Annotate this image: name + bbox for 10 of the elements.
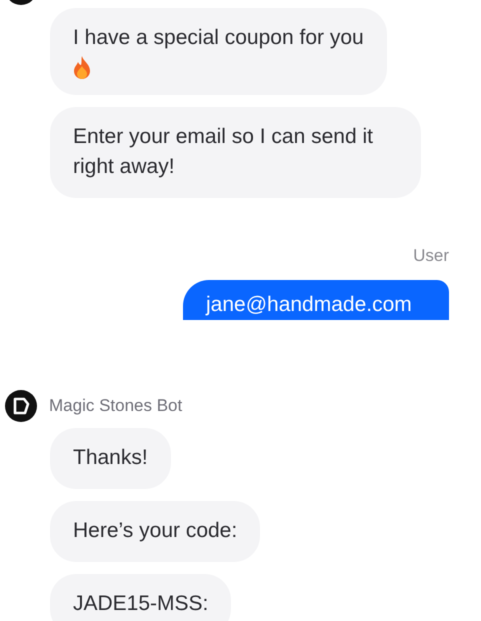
- sender-name: User: [413, 246, 449, 266]
- bot-message: I have a special coupon for you: [50, 8, 387, 95]
- bot-avatar-icon: [5, 390, 37, 422]
- sender-name: Magic Stones Bot: [49, 396, 182, 416]
- bot-message: Thanks!: [50, 428, 171, 489]
- bot-message: JADE15-MSS:: [50, 574, 232, 621]
- user-message: jane@handmade.com: [183, 280, 449, 320]
- bot-message: Here’s your code:: [50, 501, 260, 562]
- bot-message: Enter your email so I can send it right away!: [50, 107, 421, 198]
- flame-icon: [73, 55, 91, 79]
